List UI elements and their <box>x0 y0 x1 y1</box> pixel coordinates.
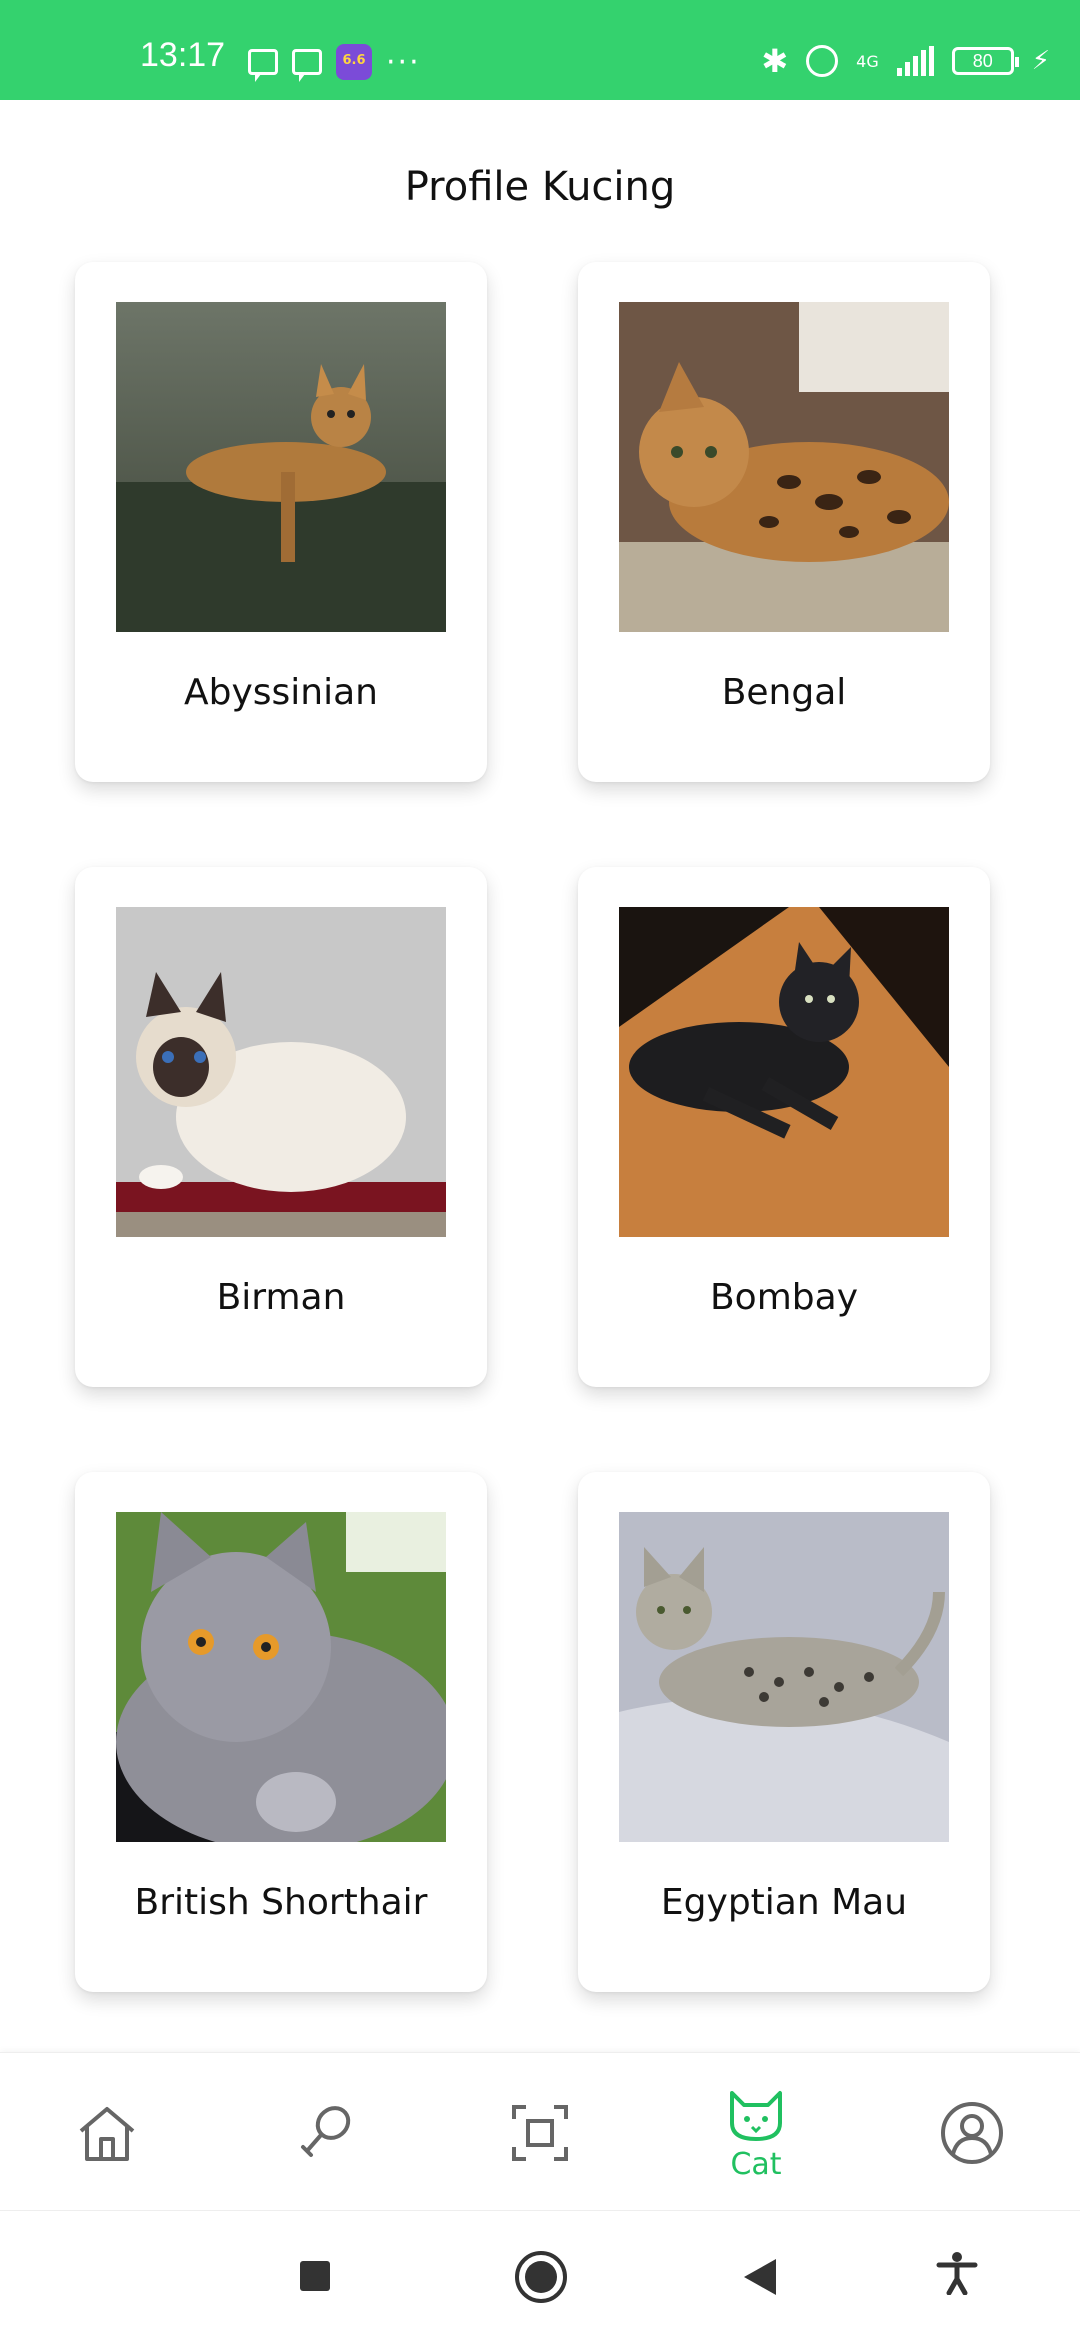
cat-name: Bombay <box>709 1277 858 1318</box>
charging-icon: ⚡ <box>1031 46 1050 76</box>
status-bar: 13:17 6.6 ··· ✱ 4G 80 ⚡ <box>0 0 1080 100</box>
battery-icon: 80 <box>951 47 1019 75</box>
accessibility-icon <box>936 2252 978 2296</box>
recents-square-icon <box>300 2261 330 2291</box>
home-system-button[interactable] <box>515 2251 567 2303</box>
message-icon <box>292 49 322 82</box>
alarm-icon <box>806 45 839 77</box>
back-triangle-icon <box>744 2259 776 2295</box>
cat-photo <box>116 302 446 632</box>
cat-name: Bengal <box>721 672 847 713</box>
bluetooth-icon: ✱ <box>761 42 789 80</box>
home-icon <box>79 2107 135 2161</box>
cat-name: Abyssinian <box>184 672 378 713</box>
status-time: 13:17 <box>140 36 226 74</box>
profile-icon <box>941 2102 1003 2164</box>
message-icon <box>248 49 278 82</box>
cat-name: Egyptian Mau <box>660 1882 908 1923</box>
drumstick-icon <box>301 2106 351 2157</box>
back-button[interactable] <box>740 2251 790 2301</box>
cat-photo <box>619 907 949 1237</box>
nav-scan[interactable] <box>470 2053 610 2211</box>
cat-card-egyptian-mau[interactable]: Egyptian Mau <box>578 1472 990 1992</box>
status-indicators: ✱ 4G 80 ⚡ <box>761 42 1050 80</box>
recents-button[interactable] <box>290 2251 340 2301</box>
nav-food[interactable] <box>255 2053 395 2211</box>
nav-profile[interactable] <box>902 2053 1042 2211</box>
nav-cat-label: Cat <box>730 2147 782 2182</box>
cat-name: British Shorthair <box>134 1882 428 1923</box>
bottom-navigation: Cat <box>0 2052 1080 2211</box>
cat-card-bengal[interactable]: Bengal <box>578 262 990 782</box>
cat-icon <box>730 2091 782 2141</box>
scan-icon <box>512 2105 568 2161</box>
cat-photo <box>619 302 949 632</box>
notification-icons: 6.6 ··· <box>248 44 421 82</box>
cat-card-british-shorthair[interactable]: British Shorthair <box>75 1472 487 1992</box>
cat-card-birman[interactable]: Birman <box>75 867 487 1387</box>
cat-name: Birman <box>216 1277 346 1318</box>
cat-card-bombay[interactable]: Bombay <box>578 867 990 1387</box>
signal-icon <box>896 46 934 76</box>
home-circle-fill <box>525 2261 557 2293</box>
shopping-app-icon: 6.6 <box>336 44 372 80</box>
nav-cat[interactable]: Cat <box>686 2053 826 2211</box>
more-notifications-icon: ··· <box>386 44 421 80</box>
cat-card-abyssinian[interactable]: Abyssinian <box>75 262 487 782</box>
cat-photo <box>116 1512 446 1842</box>
cat-photo <box>619 1512 949 1842</box>
page-title: Profile Kucing <box>404 164 676 210</box>
accessibility-button[interactable] <box>935 2251 985 2301</box>
network-type: 4G <box>856 51 879 71</box>
cat-photo <box>116 907 446 1237</box>
system-navigation-bar <box>0 2210 1080 2341</box>
nav-home[interactable] <box>37 2053 177 2211</box>
